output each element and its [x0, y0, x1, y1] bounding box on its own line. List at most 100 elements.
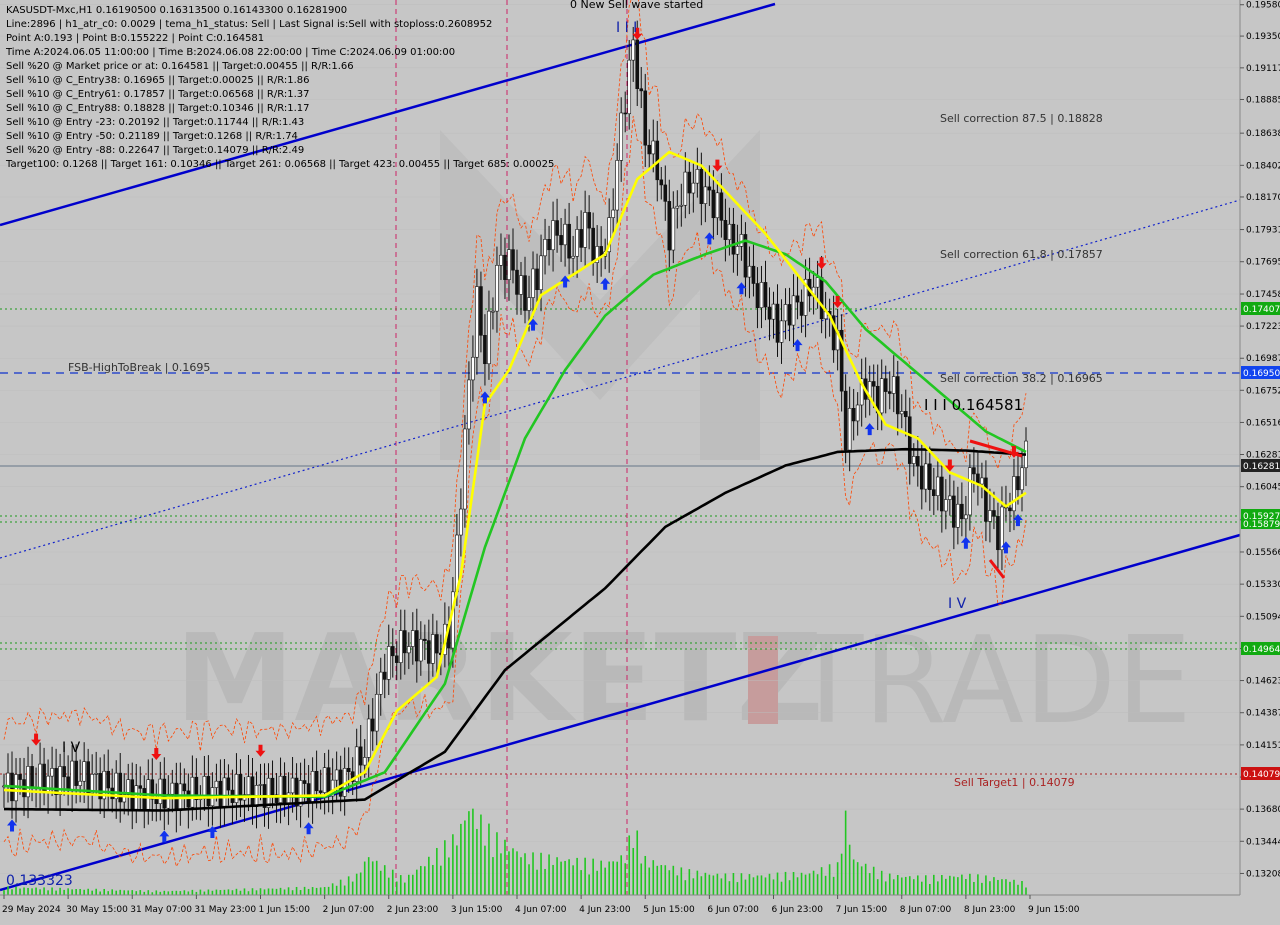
chart-svg[interactable]: MARKETZ TRADE 0.195800.193500.191170.188… [0, 0, 1280, 920]
candle-body [819, 277, 824, 320]
candle-body [419, 638, 423, 662]
candle-body [499, 254, 503, 266]
candle-body [162, 778, 167, 809]
candle-body [771, 303, 776, 320]
info-line-6: Sell %10 @ C_Entry38: 0.16965 || Target:… [6, 75, 309, 86]
x-tick-label: 5 Jun 15:00 [643, 905, 695, 915]
candle-body [334, 769, 339, 781]
candle-body [495, 265, 499, 312]
tag-16281-text: 0.16281 [1243, 462, 1280, 472]
sell-arrow-icon [832, 295, 843, 308]
candle-body [366, 718, 371, 758]
candle-body [923, 463, 928, 490]
candle-body [659, 179, 664, 186]
info-line-9: Sell %10 @ Entry -23: 0.20192 || Target:… [6, 117, 304, 128]
info-line-1: KASUSDT-Mxc,H1 0.16190500 0.16313500 0.1… [6, 5, 347, 16]
watermark: MARKETZ TRADE [175, 130, 1192, 751]
sell-arrow-icon [151, 748, 162, 761]
candle-body [639, 88, 644, 92]
point-c-label: I I I 0.164581 [924, 396, 1023, 414]
candle-body [515, 269, 519, 295]
candle-body [767, 306, 772, 320]
candle-body [346, 768, 351, 772]
low-value-label: 0.133323 [6, 873, 73, 889]
candle-body [1016, 476, 1020, 491]
candle-body [294, 777, 299, 807]
candle-body [759, 282, 764, 309]
candle-body [338, 769, 343, 797]
sell-arrow-icon [816, 257, 827, 270]
y-tick-label: 0.15330 [1246, 580, 1280, 590]
chart-area[interactable]: MARKETZ TRADE 0.19580 0.19350 0.19117 0.… [0, 0, 1280, 920]
candle-body [226, 777, 231, 791]
sell-arrow-icon [712, 159, 723, 172]
candle-body [675, 205, 680, 209]
candle-body [815, 277, 820, 288]
y-tick-label: 0.19117 [1246, 64, 1280, 74]
candle-body [899, 411, 904, 415]
candle-body [1012, 476, 1016, 512]
candle-body [795, 295, 800, 303]
candle-body [46, 775, 50, 794]
x-tick-label: 9 Jun 15:00 [1028, 905, 1080, 915]
x-tick-label: 2 Jun 07:00 [323, 905, 375, 915]
candle-body [543, 239, 547, 257]
candle-body [1000, 506, 1004, 551]
candle-body [915, 456, 920, 467]
candle-body [1020, 467, 1024, 491]
candle-body [118, 772, 123, 803]
candle-body [463, 428, 467, 510]
candle-body [879, 378, 884, 414]
candle-body [475, 286, 479, 358]
candle-body [723, 220, 728, 240]
candle-body [791, 295, 796, 326]
candle-body [687, 171, 692, 194]
candle-body [783, 304, 788, 322]
candle-body [567, 223, 571, 259]
candle-body [619, 112, 624, 161]
y-tick-label: 0.19580 [1246, 1, 1280, 11]
candle-body [647, 144, 652, 155]
candle-body [142, 788, 147, 810]
candle-body [270, 777, 275, 796]
candle-body [895, 376, 900, 415]
info-panel: KASUSDT-Mxc,H1 0.16190500 0.16313500 0.1… [5, 5, 554, 170]
candle-body [415, 630, 419, 662]
buy-arrow-icon [792, 339, 803, 352]
fsb-label: FSB-HighToBreak | 0.1695 [68, 361, 210, 374]
sell-arrow-icon [31, 733, 42, 746]
candle-body [851, 408, 856, 422]
candle-body [691, 182, 696, 194]
candle-body [547, 239, 551, 251]
candle-body [106, 770, 111, 789]
candle-body [919, 465, 924, 490]
candle-body [154, 798, 159, 804]
x-tick-label: 31 May 07:00 [130, 905, 192, 915]
candle-body [406, 646, 411, 654]
candle-body [6, 772, 10, 787]
candle-body [290, 777, 295, 794]
candle-body [491, 310, 495, 313]
candle-body [731, 223, 736, 255]
info-line-4: Time A:2024.06.05 11:00:00 | Time B:2024… [5, 47, 455, 58]
candle-body [394, 655, 399, 663]
tag-17407-text: 0.17407 [1243, 305, 1280, 315]
candle-body [479, 286, 483, 336]
x-tick-label: 29 May 2024 [2, 905, 61, 915]
candle-body [390, 646, 395, 657]
x-tick-label: 6 Jun 23:00 [772, 905, 824, 915]
y-tick-label: 0.18638 [1246, 129, 1280, 139]
y-tick-label: 0.15094 [1246, 612, 1280, 622]
candle-body [843, 390, 848, 451]
candle-body [382, 671, 387, 680]
candle-body [952, 495, 956, 528]
y-tick-label: 0.13444 [1246, 837, 1280, 847]
candle-body [527, 297, 531, 311]
candle-body [182, 783, 187, 792]
y-tick-label: 0.17931 [1246, 226, 1280, 236]
candle-body [635, 39, 640, 89]
candle-body [258, 784, 263, 786]
candle-body [667, 201, 672, 251]
candle-body [62, 766, 66, 778]
y-tick-label: 0.13680 [1246, 805, 1280, 815]
